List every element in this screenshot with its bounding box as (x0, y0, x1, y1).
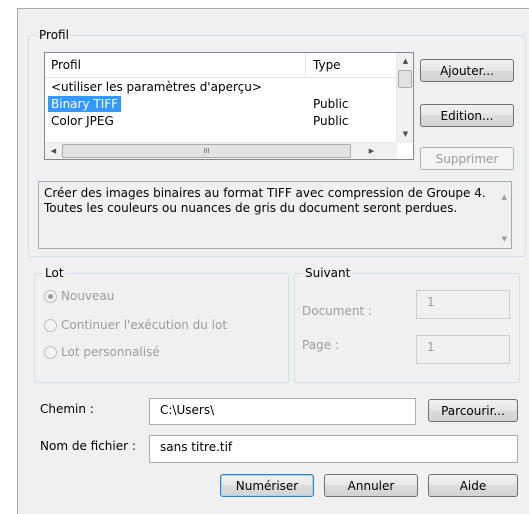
document-number-field[interactable]: 1 (416, 290, 510, 319)
add-profile-button[interactable]: Ajouter... (420, 59, 514, 82)
lot-group-title: Lot (43, 266, 66, 280)
page-number-field[interactable]: 1 (416, 335, 510, 364)
profile-type: Public (313, 97, 349, 111)
radio-icon[interactable] (44, 289, 57, 303)
vertical-scrollbar[interactable]: ▲ ▼ (396, 53, 413, 143)
scroll-right-icon[interactable]: ▶ (363, 143, 380, 159)
profile-list-header: Profil Type (45, 53, 397, 78)
edit-profile-button[interactable]: Edition... (420, 104, 514, 127)
radio-new[interactable]: Nouveau (44, 289, 114, 303)
profile-group-title: Profil (37, 28, 71, 42)
radio-continue-batch[interactable]: Continuer l'exécution du lot (44, 318, 227, 332)
filename-label: Nom de fichier : (40, 439, 136, 453)
profile-name: <utiliser les paramètres d'aperçu> (51, 80, 262, 94)
column-header-type[interactable]: Type (307, 53, 397, 78)
profile-list[interactable]: Profil Type <utiliser les paramètres d'a… (44, 52, 414, 160)
scroll-up-icon[interactable]: ▲ (502, 190, 507, 205)
scroll-thumb[interactable] (398, 70, 412, 88)
profile-name: Binary TIFF (48, 96, 122, 112)
browse-button[interactable]: Parcourir... (428, 399, 518, 422)
radio-icon[interactable] (44, 318, 57, 332)
next-group-title: Suivant (303, 266, 353, 280)
scroll-left-icon[interactable]: ◀ (45, 143, 62, 159)
radio-continue-label: Continuer l'exécution du lot (61, 318, 228, 332)
profile-description-text: Créer des images binaires au format TIFF… (44, 186, 486, 215)
path-label: Chemin : (40, 402, 94, 416)
help-button[interactable]: Aide (428, 474, 518, 497)
path-field[interactable]: C:\Users\ (149, 398, 416, 425)
profile-type: Public (313, 114, 349, 128)
list-item-selected[interactable]: Binary TIFF Public (45, 96, 397, 112)
scroll-up-icon[interactable]: ▲ (397, 53, 413, 70)
list-item[interactable]: <utiliser les paramètres d'aperçu> (45, 79, 397, 95)
radio-custom-batch[interactable]: Lot personnalisé (44, 345, 160, 359)
filename-field[interactable]: sans titre.tif (149, 435, 518, 463)
document-label: Document : (302, 304, 373, 318)
scroll-thumb[interactable]: III (62, 144, 351, 158)
list-item[interactable]: Color JPEG Public (45, 113, 397, 129)
radio-custom-label: Lot personnalisé (61, 345, 160, 359)
delete-profile-button[interactable]: Supprimer (420, 147, 514, 170)
profile-description: Créer des images binaires au format TIFF… (38, 181, 512, 249)
radio-icon[interactable] (44, 345, 57, 359)
column-header-profile[interactable]: Profil (45, 53, 306, 78)
horizontal-scrollbar[interactable]: ◀ III ▶ (45, 142, 397, 159)
cancel-button[interactable]: Annuler (324, 474, 418, 497)
radio-new-label: Nouveau (61, 289, 115, 303)
scroll-down-icon[interactable]: ▼ (397, 126, 413, 143)
page-label: Page : (302, 338, 339, 352)
scan-button[interactable]: Numériser (220, 474, 314, 497)
scroll-down-icon[interactable]: ▼ (502, 232, 507, 247)
profile-name: Color JPEG (51, 114, 114, 128)
scan-dialog: Profil Profil Type <utiliser les paramèt… (17, 8, 529, 514)
